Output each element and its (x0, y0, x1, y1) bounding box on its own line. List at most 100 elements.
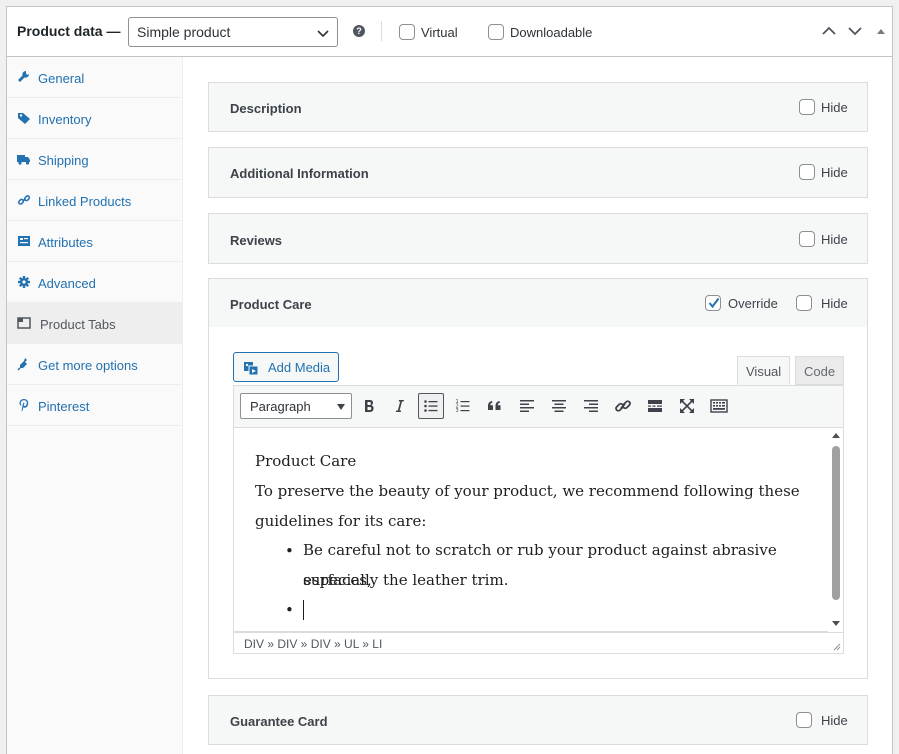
product-care-editor-area: Add Media Visual Code Paragraph 123 Prod… (208, 327, 868, 679)
header-divider (381, 21, 382, 41)
editor-heading-line: Product Care (255, 452, 357, 470)
sidebar-item-advanced[interactable]: Advanced (7, 262, 183, 303)
sidebar-item-attributes[interactable]: Attributes (7, 221, 183, 262)
editor-paragraph-line: guidelines for its care: (255, 512, 427, 530)
quote-icon (488, 401, 501, 410)
product-data-title: Product data — (17, 23, 121, 39)
fullscreen-button[interactable] (674, 393, 700, 419)
hide-checkbox[interactable] (796, 295, 812, 311)
sidebar-item-pinterest[interactable]: Pinterest (7, 385, 183, 426)
sidebar-item-label: Attributes (38, 235, 93, 250)
read-more-icon (648, 400, 662, 412)
align-right-icon (584, 400, 598, 412)
override-checkbox[interactable] (705, 295, 721, 311)
sidebar-item-label: Shipping (38, 153, 89, 168)
sidebar-item-label: Get more options (38, 358, 138, 373)
chevron-down-icon (317, 30, 329, 38)
tab-row-title: Guarantee Card (230, 714, 328, 729)
hide-checkbox[interactable] (799, 164, 815, 180)
tab-row-reviews: Reviews Hide (208, 213, 868, 264)
hide-label: Hide (821, 165, 848, 180)
wrench-icon (18, 70, 30, 82)
align-right-button[interactable] (578, 393, 604, 419)
virtual-checkbox[interactable] (399, 24, 415, 40)
plugin-icon (17, 358, 27, 371)
link-icon (17, 195, 31, 205)
sidebar-item-general[interactable]: General (7, 57, 183, 98)
bulleted-list-icon (424, 400, 438, 412)
align-center-button[interactable] (546, 393, 572, 419)
chevron-down-icon[interactable] (847, 23, 863, 39)
tab-row-title: Additional Information (230, 166, 369, 181)
add-media-button[interactable]: Add Media (233, 352, 339, 382)
sidebar-item-shipping[interactable]: Shipping (7, 139, 183, 180)
tab-visual[interactable]: Visual (737, 356, 791, 385)
bold-icon (365, 400, 374, 412)
add-media-label: Add Media (268, 360, 331, 375)
sidebar-item-label: Inventory (38, 112, 92, 127)
media-icon (244, 362, 259, 376)
numbered-list-button[interactable]: 123 (450, 393, 476, 419)
resize-grip-icon[interactable] (831, 641, 841, 651)
hide-checkbox[interactable] (796, 712, 812, 728)
sidebar-item-label: Product Tabs (40, 317, 116, 332)
sidebar-item-inventory[interactable]: Inventory (7, 98, 183, 139)
sidebar-item-label: Pinterest (38, 399, 90, 414)
editor-toolbar: Paragraph 123 (233, 385, 844, 428)
editor-paragraph-line: To preserve the beauty of your product, … (255, 482, 800, 500)
help-icon[interactable]: ? (353, 25, 365, 37)
downloadable-checkbox[interactable] (488, 24, 504, 40)
tab-row-title: Description (230, 101, 302, 116)
tab-row-title: Product Care (230, 297, 312, 312)
sidebar-item-linked-products[interactable]: Linked Products (7, 180, 183, 221)
element-path-text: DIV » DIV » DIV » UL » LI (244, 637, 383, 651)
chevron-up-icon[interactable] (821, 23, 837, 39)
scroll-down-arrow-icon[interactable] (832, 621, 840, 626)
rich-text-editor[interactable]: Product Care To preserve the beauty of y… (233, 428, 844, 632)
editor-scrollbar[interactable] (828, 428, 843, 632)
insert-link-button[interactable] (610, 393, 636, 419)
keyboard-icon (710, 399, 728, 413)
italic-button[interactable] (387, 393, 413, 419)
product-data-panel: Product data — Simple product ? Virtual … (6, 6, 893, 754)
hide-checkbox[interactable] (799, 231, 815, 247)
downloadable-label: Downloadable (510, 25, 593, 40)
editor-element-path: DIV » DIV » DIV » UL » LI (233, 632, 844, 654)
bulleted-list-button[interactable] (418, 393, 444, 419)
hide-checkbox[interactable] (799, 99, 815, 115)
sidebar-item-product-tabs[interactable]: Product Tabs (7, 303, 183, 344)
scrollbar-thumb[interactable] (832, 446, 840, 600)
align-left-button[interactable] (514, 393, 540, 419)
hide-label: Hide (821, 713, 848, 728)
product-data-header: Product data — Simple product ? Virtual … (7, 7, 892, 57)
caret-down-icon (337, 404, 345, 410)
override-label: Override (728, 296, 778, 311)
sidebar-item-get-more-options[interactable]: Get more options (7, 344, 183, 385)
product-type-select[interactable]: Simple product (128, 17, 338, 47)
hide-label: Hide (821, 100, 848, 115)
tag-icon (18, 113, 30, 124)
sidebar-item-label: Advanced (38, 276, 96, 291)
fullscreen-icon (680, 399, 694, 413)
blockquote-button[interactable] (482, 393, 508, 419)
tabs-icon (17, 317, 31, 329)
list-bullet: • (285, 601, 294, 619)
list-icon (18, 236, 30, 246)
collapse-triangle-icon[interactable] (873, 23, 889, 39)
hide-label: Hide (821, 296, 848, 311)
align-center-icon (552, 400, 566, 412)
scroll-up-arrow-icon[interactable] (832, 433, 840, 438)
tab-row-description: Description Hide (208, 82, 868, 132)
bold-button[interactable] (356, 393, 382, 419)
sidebar-item-label: Linked Products (38, 194, 132, 209)
gear-icon (18, 276, 30, 288)
tab-row-product-care: Product Care Override Hide (208, 278, 868, 328)
read-more-button[interactable] (642, 393, 668, 419)
product-type-value: Simple product (137, 24, 231, 40)
pinterest-icon (19, 399, 29, 411)
format-select[interactable]: Paragraph (240, 393, 352, 419)
toolbar-toggle-button[interactable] (706, 393, 732, 419)
align-left-icon (520, 400, 534, 412)
tab-row-additional-information: Additional Information Hide (208, 147, 868, 198)
tab-code[interactable]: Code (795, 356, 845, 385)
